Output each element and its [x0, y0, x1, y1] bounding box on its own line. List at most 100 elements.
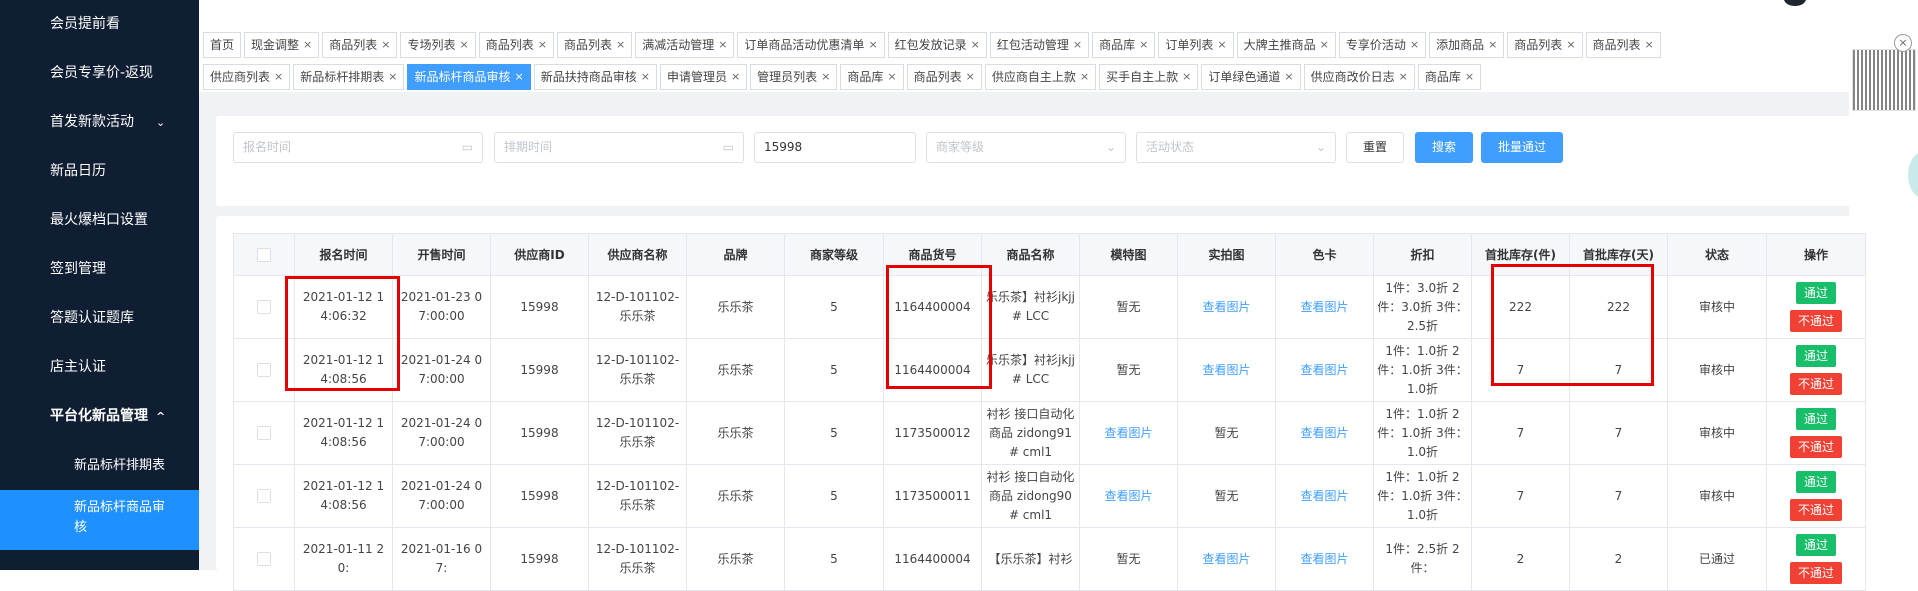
tab-item[interactable]: 管理员列表 × — [750, 64, 838, 90]
sidebar-item-benchmark-schedule[interactable]: 新品标杆排期表 — [0, 441, 199, 490]
tab-item[interactable]: 订单商品活动优惠清单 × — [737, 32, 885, 58]
tab-item[interactable]: 新品扶持商品审核 × — [533, 64, 657, 90]
merchant-level-select[interactable]: 商家等级 ⌄ — [926, 132, 1126, 163]
tab-item[interactable]: 订单列表 × — [1158, 32, 1234, 58]
signup-time-input[interactable]: 报名时间 ▭ — [233, 132, 483, 163]
view-image-link[interactable]: 查看图片 — [1104, 489, 1152, 503]
tab-item[interactable]: 首页 — [203, 32, 242, 58]
row-checkbox[interactable] — [257, 426, 271, 440]
sidebar-item-platform-product-management[interactable]: 平台化新品管理 ^ — [0, 392, 199, 441]
close-icon[interactable]: × — [641, 65, 650, 89]
tab-item[interactable]: 现金调整 × — [244, 32, 320, 58]
tab-item[interactable]: 新品标杆商品审核 × — [407, 64, 531, 90]
tab-item[interactable]: 大牌主推商品 × — [1236, 32, 1336, 58]
close-icon[interactable]: × — [1410, 33, 1419, 57]
close-icon[interactable]: × — [303, 33, 312, 57]
user-avatar-icon[interactable] — [1784, 0, 1806, 6]
sidebar-item-member-price-cashback[interactable]: 会员专享价-返现 — [0, 49, 199, 98]
close-icon[interactable]: × — [1217, 33, 1226, 57]
row-checkbox[interactable] — [257, 300, 271, 314]
close-icon[interactable]: × — [274, 65, 283, 89]
close-icon[interactable]: × — [1320, 33, 1329, 57]
tab-item[interactable]: 供应商列表 × — [203, 64, 291, 90]
pass-button[interactable]: 通过 — [1795, 408, 1836, 430]
tab-item[interactable]: 供应商改价日志 × — [1303, 64, 1415, 90]
view-image-link[interactable]: 查看图片 — [1202, 300, 1250, 314]
close-icon[interactable]: × — [1139, 33, 1148, 57]
sidebar-item-checkin-management[interactable]: 签到管理 — [0, 245, 199, 294]
close-icon[interactable]: × — [868, 33, 877, 57]
pass-button[interactable]: 通过 — [1795, 345, 1836, 367]
tab-item[interactable]: 买手自主上款 × — [1099, 64, 1199, 90]
reject-button[interactable]: 不通过 — [1789, 499, 1842, 521]
tab-item[interactable]: 商品列表 × — [322, 32, 398, 58]
view-image-link[interactable]: 查看图片 — [1300, 552, 1348, 566]
close-icon[interactable]: × — [1488, 33, 1497, 57]
close-icon[interactable]: × — [1284, 65, 1293, 89]
tab-item[interactable]: 订单绿色通道 × — [1201, 64, 1301, 90]
select-all-checkbox[interactable] — [257, 248, 271, 262]
pass-button[interactable]: 通过 — [1795, 471, 1836, 493]
tab-item[interactable]: 商品列表 × — [906, 64, 982, 90]
close-icon[interactable]: × — [731, 65, 740, 89]
close-icon[interactable]: × — [887, 65, 896, 89]
pass-button[interactable]: 通过 — [1795, 282, 1836, 304]
tab-item[interactable]: 商品列表 × — [1585, 32, 1661, 58]
schedule-time-input[interactable]: 排期时间 ▭ — [494, 132, 744, 163]
view-image-link[interactable]: 查看图片 — [1202, 363, 1250, 377]
close-icon[interactable]: × — [616, 33, 625, 57]
close-icon[interactable]: × — [718, 33, 727, 57]
sidebar-item-member-preview[interactable]: 会员提前看 — [0, 0, 199, 49]
reject-button[interactable]: 不通过 — [1789, 310, 1842, 332]
tab-item[interactable]: 商品库 × — [1417, 64, 1482, 90]
tab-item[interactable]: 添加商品 × — [1429, 32, 1505, 58]
view-image-link[interactable]: 查看图片 — [1300, 363, 1348, 377]
close-icon[interactable]: × — [971, 33, 980, 57]
view-image-link[interactable]: 查看图片 — [1300, 489, 1348, 503]
close-icon[interactable]: × — [1080, 65, 1089, 89]
search-button[interactable]: 搜索 — [1415, 132, 1473, 163]
tab-item[interactable]: 商品库 × — [840, 64, 904, 90]
tab-item[interactable]: 申请管理员 × — [659, 64, 748, 90]
tab-item[interactable]: 供应商自主上款 × — [984, 64, 1097, 90]
close-icon[interactable]: × — [1465, 65, 1474, 89]
close-icon[interactable]: × — [1399, 65, 1408, 89]
reset-button[interactable]: 重置 — [1346, 132, 1404, 163]
sidebar-item-launch-activity[interactable]: 首发新款活动 ⌄ — [0, 98, 199, 147]
close-icon[interactable]: × — [388, 65, 397, 89]
sidebar-item-benchmark-review[interactable]: 新品标杆商品审核 — [0, 490, 199, 550]
tab-item[interactable]: 红包发放记录 × — [887, 32, 987, 58]
reject-button[interactable]: 不通过 — [1789, 373, 1842, 395]
tab-item[interactable]: 专享价活动 × — [1338, 32, 1427, 58]
row-checkbox[interactable] — [257, 552, 271, 566]
view-image-link[interactable]: 查看图片 — [1300, 426, 1348, 440]
close-icon[interactable]: × — [460, 33, 469, 57]
tab-item[interactable]: 专场列表 × — [400, 32, 476, 58]
view-image-link[interactable]: 查看图片 — [1300, 300, 1348, 314]
view-image-link[interactable]: 查看图片 — [1104, 426, 1152, 440]
batch-pass-button[interactable]: 批量通过 — [1481, 132, 1563, 163]
sidebar-item-quiz-bank[interactable]: 答题认证题库 — [0, 294, 199, 343]
close-icon[interactable]: × — [1566, 33, 1575, 57]
close-icon[interactable]: × — [821, 65, 830, 89]
close-icon[interactable]: × — [538, 33, 547, 57]
tab-item[interactable]: 商品列表 × — [1507, 32, 1583, 58]
close-icon[interactable]: × — [514, 65, 523, 89]
tab-item[interactable]: 商品库 × — [1092, 32, 1156, 58]
close-icon[interactable]: × — [381, 33, 390, 57]
sidebar-item-new-product-calendar[interactable]: 新品日历 — [0, 147, 199, 196]
reject-button[interactable]: 不通过 — [1789, 562, 1842, 584]
tab-item[interactable]: 商品列表 × — [556, 32, 633, 58]
sidebar-item-owner-certification[interactable]: 店主认证 — [0, 343, 199, 392]
supplier-id-input[interactable]: 15998 — [754, 132, 916, 163]
tab-item[interactable]: 新品标杆排期表 × — [293, 64, 405, 90]
tab-item[interactable]: 商品列表 × — [478, 32, 554, 58]
close-icon[interactable]: × — [1073, 33, 1082, 57]
sidebar-item-hot-stall-settings[interactable]: 最火爆档口设置 — [0, 196, 199, 245]
tab-item[interactable]: 满减活动管理 × — [635, 32, 735, 58]
close-icon[interactable]: × — [1182, 65, 1191, 89]
reject-button[interactable]: 不通过 — [1789, 436, 1842, 458]
pass-button[interactable]: 通过 — [1795, 534, 1836, 556]
close-icon[interactable]: × — [966, 65, 975, 89]
row-checkbox[interactable] — [257, 363, 271, 377]
